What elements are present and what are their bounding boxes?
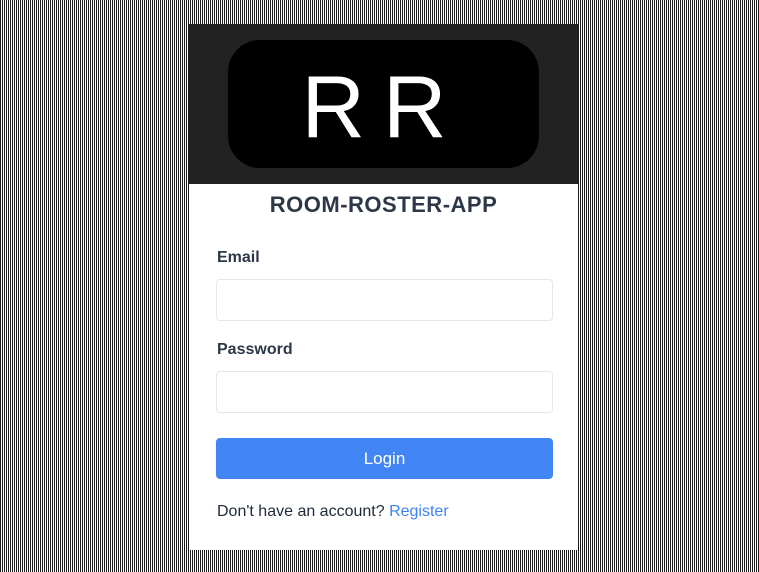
logo-text: RR	[301, 57, 464, 156]
email-label: Email	[217, 249, 260, 266]
login-card: RR ROOM-ROSTER-APP Email Password Login …	[189, 24, 578, 550]
password-field[interactable]	[216, 371, 553, 413]
password-label: Password	[217, 341, 293, 358]
register-link[interactable]: Register	[389, 503, 449, 520]
logo-mark: RR	[301, 57, 464, 156]
register-prompt-text: Don't have an account?	[217, 503, 385, 520]
app-logo: RR	[228, 40, 539, 168]
register-prompt: Don't have an account? Register	[217, 503, 449, 521]
email-field[interactable]	[216, 279, 553, 321]
page-title: ROOM-ROSTER-APP	[269, 192, 498, 217]
logo-banner: RR	[189, 24, 578, 184]
login-button[interactable]: Login	[216, 438, 553, 479]
